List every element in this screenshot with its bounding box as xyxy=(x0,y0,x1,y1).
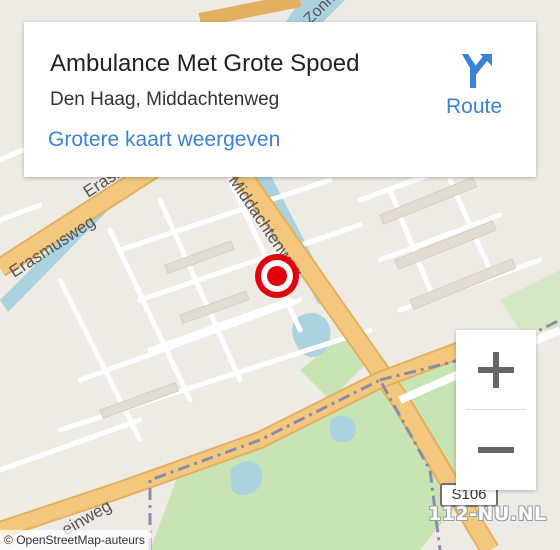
zoom-out-button[interactable] xyxy=(456,410,536,490)
route-button[interactable]: Route xyxy=(434,48,514,122)
pond xyxy=(330,415,356,443)
zoom-control xyxy=(456,330,536,490)
larger-map-link[interactable]: Grotere kaart weergeven xyxy=(48,128,280,152)
map-attribution: © OpenStreetMap-auteurs xyxy=(0,530,151,550)
route-label: Route xyxy=(445,95,503,118)
watermark-logo: 112-NU.NL xyxy=(428,503,547,525)
plus-icon xyxy=(478,352,514,388)
minus-icon xyxy=(478,447,514,453)
popup-location: Den Haag, Middachtenweg xyxy=(50,89,280,110)
incident-marker[interactable] xyxy=(255,254,299,298)
zoom-in-button[interactable] xyxy=(456,330,536,410)
popup-title: Ambulance Met Grote Spoed xyxy=(50,50,360,77)
directions-icon xyxy=(462,54,492,88)
copyright-symbol: © xyxy=(4,533,13,547)
attribution-link[interactable]: OpenStreetMap-auteurs xyxy=(16,533,145,547)
info-popup: Ambulance Met Grote Spoed Den Haag, Midd… xyxy=(24,22,536,177)
